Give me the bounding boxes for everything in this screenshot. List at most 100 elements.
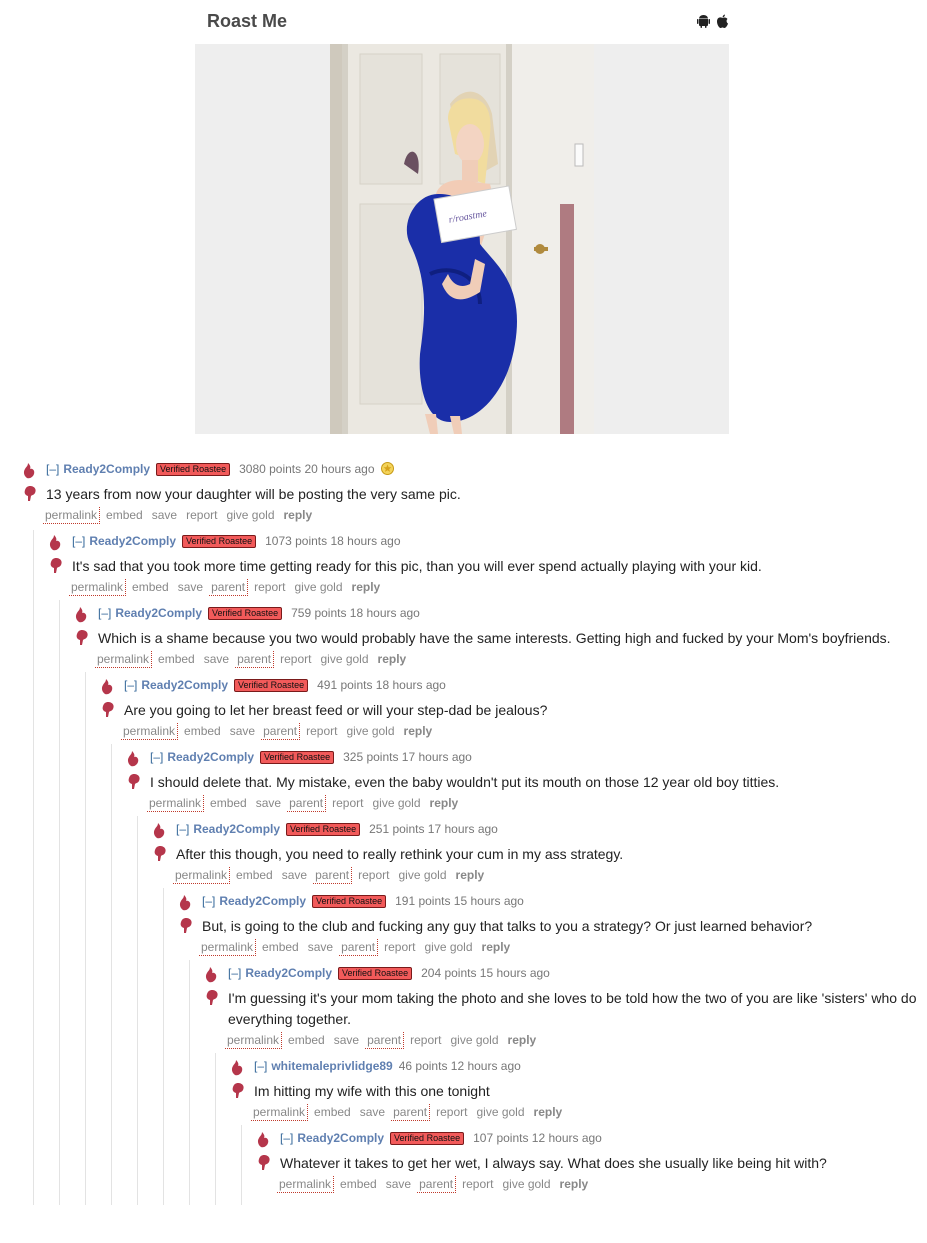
permalink-button[interactable]: permalink	[173, 867, 231, 884]
reply-button[interactable]: reply	[508, 1033, 537, 1047]
parent-button[interactable]: parent	[417, 1176, 457, 1193]
embed-button[interactable]: embed	[236, 868, 273, 882]
permalink-button[interactable]: permalink	[121, 723, 179, 740]
give-gold-button[interactable]: give gold	[450, 1033, 498, 1047]
comment-author[interactable]: Ready2Comply	[115, 606, 202, 620]
upvote-icon[interactable]	[22, 462, 38, 479]
comment-author[interactable]: Ready2Comply	[193, 822, 280, 836]
embed-button[interactable]: embed	[132, 580, 169, 594]
permalink-button[interactable]: permalink	[147, 795, 205, 812]
report-button[interactable]: report	[462, 1177, 493, 1191]
parent-button[interactable]: parent	[287, 795, 327, 812]
save-button[interactable]: save	[152, 508, 177, 522]
save-button[interactable]: save	[230, 724, 255, 738]
embed-button[interactable]: embed	[340, 1177, 377, 1191]
permalink-button[interactable]: permalink	[69, 579, 127, 596]
collapse-toggle[interactable]: [–]	[228, 966, 241, 980]
reply-button[interactable]: reply	[378, 652, 407, 666]
permalink-button[interactable]: permalink	[43, 507, 101, 524]
give-gold-button[interactable]: give gold	[346, 724, 394, 738]
collapse-toggle[interactable]: [–]	[150, 750, 163, 764]
report-button[interactable]: report	[384, 940, 415, 954]
parent-button[interactable]: parent	[261, 723, 301, 740]
parent-button[interactable]: parent	[339, 939, 379, 956]
reply-button[interactable]: reply	[534, 1105, 563, 1119]
give-gold-button[interactable]: give gold	[502, 1177, 550, 1191]
embed-button[interactable]: embed	[288, 1033, 325, 1047]
parent-button[interactable]: parent	[365, 1032, 405, 1049]
report-button[interactable]: report	[436, 1105, 467, 1119]
save-button[interactable]: save	[334, 1033, 359, 1047]
downvote-icon[interactable]	[22, 485, 38, 502]
downvote-icon[interactable]	[126, 773, 142, 790]
report-button[interactable]: report	[358, 868, 389, 882]
downvote-icon[interactable]	[230, 1082, 246, 1099]
upvote-icon[interactable]	[126, 750, 142, 767]
reply-button[interactable]: reply	[404, 724, 433, 738]
comment-author[interactable]: Ready2Comply	[297, 1131, 384, 1145]
downvote-icon[interactable]	[100, 701, 116, 718]
permalink-button[interactable]: permalink	[251, 1104, 309, 1121]
collapse-toggle[interactable]: [–]	[72, 534, 85, 548]
report-button[interactable]: report	[280, 652, 311, 666]
reply-button[interactable]: reply	[482, 940, 511, 954]
comment-author[interactable]: whitemaleprivlidge89	[271, 1059, 392, 1073]
report-button[interactable]: report	[186, 508, 217, 522]
parent-button[interactable]: parent	[209, 579, 249, 596]
give-gold-button[interactable]: give gold	[294, 580, 342, 594]
downvote-icon[interactable]	[152, 845, 168, 862]
collapse-toggle[interactable]: [–]	[124, 678, 137, 692]
embed-button[interactable]: embed	[106, 508, 143, 522]
give-gold-button[interactable]: give gold	[320, 652, 368, 666]
save-button[interactable]: save	[308, 940, 333, 954]
collapse-toggle[interactable]: [–]	[98, 606, 111, 620]
report-button[interactable]: report	[332, 796, 363, 810]
parent-button[interactable]: parent	[235, 651, 275, 668]
give-gold-button[interactable]: give gold	[424, 940, 472, 954]
collapse-toggle[interactable]: [–]	[46, 462, 59, 476]
downvote-icon[interactable]	[204, 989, 220, 1006]
permalink-button[interactable]: permalink	[225, 1032, 283, 1049]
comment-author[interactable]: Ready2Comply	[167, 750, 254, 764]
parent-button[interactable]: parent	[391, 1104, 431, 1121]
comment-author[interactable]: Ready2Comply	[219, 894, 306, 908]
embed-button[interactable]: embed	[262, 940, 299, 954]
report-button[interactable]: report	[410, 1033, 441, 1047]
upvote-icon[interactable]	[152, 822, 168, 839]
permalink-button[interactable]: permalink	[277, 1176, 335, 1193]
reply-button[interactable]: reply	[430, 796, 459, 810]
comment-author[interactable]: Ready2Comply	[245, 966, 332, 980]
reply-button[interactable]: reply	[560, 1177, 589, 1191]
give-gold-button[interactable]: give gold	[476, 1105, 524, 1119]
collapse-toggle[interactable]: [–]	[176, 822, 189, 836]
upvote-icon[interactable]	[100, 678, 116, 695]
embed-button[interactable]: embed	[314, 1105, 351, 1119]
downvote-icon[interactable]	[178, 917, 194, 934]
save-button[interactable]: save	[256, 796, 281, 810]
permalink-button[interactable]: permalink	[199, 939, 257, 956]
report-button[interactable]: report	[306, 724, 337, 738]
give-gold-button[interactable]: give gold	[226, 508, 274, 522]
collapse-toggle[interactable]: [–]	[202, 894, 215, 908]
collapse-toggle[interactable]: [–]	[280, 1131, 293, 1145]
comment-author[interactable]: Ready2Comply	[63, 462, 150, 476]
save-button[interactable]: save	[178, 580, 203, 594]
permalink-button[interactable]: permalink	[95, 651, 153, 668]
parent-button[interactable]: parent	[313, 867, 353, 884]
embed-button[interactable]: embed	[210, 796, 247, 810]
save-button[interactable]: save	[282, 868, 307, 882]
downvote-icon[interactable]	[48, 557, 64, 574]
give-gold-button[interactable]: give gold	[398, 868, 446, 882]
upvote-icon[interactable]	[178, 894, 194, 911]
comment-author[interactable]: Ready2Comply	[89, 534, 176, 548]
upvote-icon[interactable]	[74, 606, 90, 623]
reply-button[interactable]: reply	[456, 868, 485, 882]
upvote-icon[interactable]	[204, 966, 220, 983]
upvote-icon[interactable]	[256, 1131, 272, 1148]
save-button[interactable]: save	[204, 652, 229, 666]
give-gold-button[interactable]: give gold	[372, 796, 420, 810]
comment-author[interactable]: Ready2Comply	[141, 678, 228, 692]
embed-button[interactable]: embed	[158, 652, 195, 666]
save-button[interactable]: save	[386, 1177, 411, 1191]
embed-button[interactable]: embed	[184, 724, 221, 738]
